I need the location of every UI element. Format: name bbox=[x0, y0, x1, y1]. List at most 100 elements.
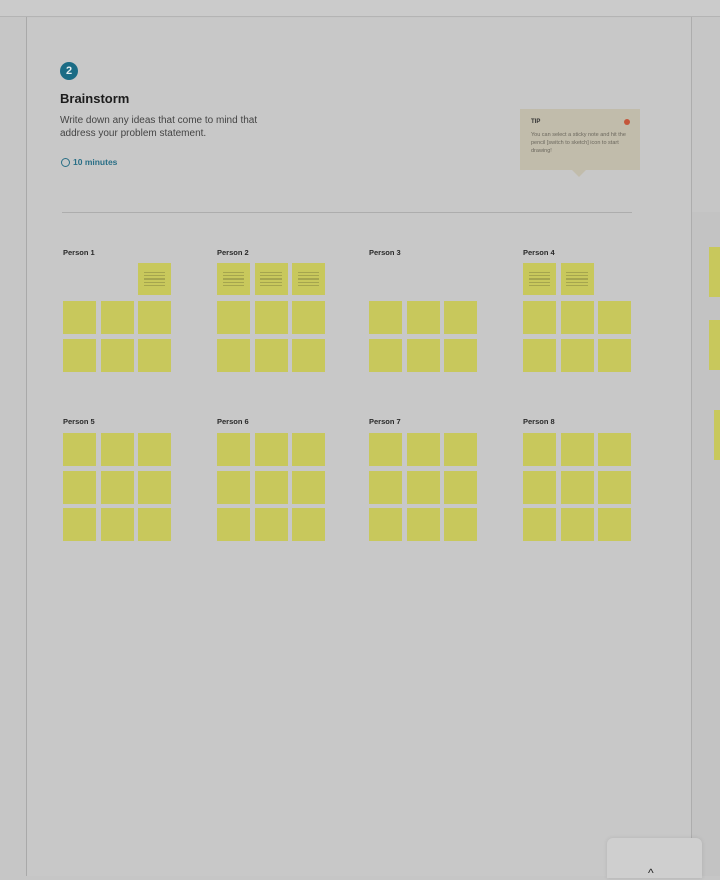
sticky-note[interactable] bbox=[254, 301, 288, 334]
sticky-note[interactable] bbox=[523, 301, 556, 334]
sticky-note[interactable] bbox=[598, 338, 631, 372]
person-label: Person 3 bbox=[369, 248, 401, 257]
sticky-note[interactable] bbox=[217, 433, 250, 466]
sticky-note[interactable] bbox=[292, 338, 325, 372]
tip-text: You can select a sticky note and hit the… bbox=[531, 132, 626, 154]
duration-text: 10 minutes bbox=[73, 157, 118, 167]
sticky-note[interactable] bbox=[369, 338, 402, 372]
chevron-up-icon[interactable]: ^ bbox=[648, 866, 654, 880]
sticky-note[interactable] bbox=[369, 433, 402, 466]
sticky-note[interactable] bbox=[560, 470, 594, 504]
sticky-note[interactable] bbox=[598, 301, 631, 334]
empty-slot bbox=[369, 263, 402, 295]
sticky-note[interactable] bbox=[406, 433, 440, 466]
sticky-note[interactable] bbox=[292, 433, 325, 466]
person-label: Person 6 bbox=[217, 417, 249, 426]
top-bar bbox=[0, 0, 720, 17]
sticky-note[interactable] bbox=[138, 433, 171, 466]
sticky-note[interactable] bbox=[63, 470, 96, 504]
sticky-note[interactable] bbox=[217, 263, 250, 295]
sticky-note[interactable] bbox=[292, 263, 325, 295]
sticky-note[interactable] bbox=[523, 508, 556, 541]
sticky-note[interactable] bbox=[138, 301, 171, 334]
divider bbox=[62, 212, 632, 213]
empty-slot bbox=[598, 263, 631, 295]
sticky-note[interactable] bbox=[560, 301, 594, 334]
sticky-note[interactable] bbox=[63, 301, 96, 334]
sticky-note[interactable] bbox=[444, 508, 477, 541]
empty-slot bbox=[444, 263, 477, 295]
sticky-note[interactable] bbox=[406, 508, 440, 541]
sticky-note[interactable] bbox=[598, 470, 631, 504]
person-section: Person 2 bbox=[217, 248, 325, 372]
sticky-note[interactable] bbox=[369, 301, 402, 334]
sticky-note[interactable] bbox=[560, 433, 594, 466]
person-section: Person 8 bbox=[523, 417, 631, 541]
sticky-note[interactable] bbox=[523, 338, 556, 372]
tip-label: TIP bbox=[531, 119, 541, 125]
sticky-note[interactable] bbox=[138, 338, 171, 372]
sticky-note[interactable] bbox=[138, 508, 171, 541]
step-number-badge: 2 bbox=[60, 62, 78, 80]
next-section-panel[interactable] bbox=[692, 212, 720, 876]
sticky-note[interactable] bbox=[254, 433, 288, 466]
sticky-note[interactable] bbox=[369, 470, 402, 504]
sticky-note[interactable] bbox=[217, 508, 250, 541]
sticky-note[interactable] bbox=[63, 508, 96, 541]
sticky-note[interactable] bbox=[254, 508, 288, 541]
sticky-note[interactable] bbox=[444, 433, 477, 466]
sticky-note[interactable] bbox=[406, 301, 440, 334]
person-section: Person 6 bbox=[217, 417, 325, 541]
sticky-note[interactable] bbox=[217, 301, 250, 334]
person-section: Person 4 bbox=[523, 248, 631, 372]
sticky-note[interactable] bbox=[292, 470, 325, 504]
sticky-note[interactable] bbox=[560, 338, 594, 372]
sticky-note[interactable] bbox=[560, 263, 594, 295]
bottom-panel[interactable] bbox=[607, 838, 702, 878]
tip-callout: TIP You can select a sticky note and hit… bbox=[520, 109, 640, 177]
sticky-note[interactable] bbox=[217, 470, 250, 504]
pin-icon bbox=[624, 119, 630, 125]
sticky-note[interactable] bbox=[100, 470, 134, 504]
sticky-note[interactable] bbox=[292, 508, 325, 541]
sticky-note[interactable] bbox=[63, 433, 96, 466]
sticky-note[interactable] bbox=[560, 508, 594, 541]
person-section: Person 7 bbox=[369, 417, 477, 541]
sticky-note[interactable] bbox=[714, 410, 720, 460]
section-title: Brainstorm bbox=[60, 91, 130, 106]
sticky-note[interactable] bbox=[292, 301, 325, 334]
person-label: Person 7 bbox=[369, 417, 401, 426]
sticky-note[interactable] bbox=[598, 508, 631, 541]
duration: 10 minutes bbox=[61, 157, 117, 167]
sticky-note[interactable] bbox=[100, 508, 134, 541]
sticky-note[interactable] bbox=[523, 433, 556, 466]
clock-icon bbox=[61, 157, 70, 167]
person-label: Person 4 bbox=[523, 248, 555, 257]
sticky-note[interactable] bbox=[444, 470, 477, 504]
sticky-note[interactable] bbox=[523, 470, 556, 504]
sticky-note[interactable] bbox=[523, 263, 556, 295]
sticky-note[interactable] bbox=[444, 338, 477, 372]
person-label: Person 1 bbox=[63, 248, 95, 257]
sticky-note[interactable] bbox=[254, 470, 288, 504]
sticky-note[interactable] bbox=[138, 470, 171, 504]
sticky-note[interactable] bbox=[709, 320, 720, 370]
sticky-note[interactable] bbox=[254, 338, 288, 372]
sticky-note[interactable] bbox=[709, 247, 720, 297]
sticky-note[interactable] bbox=[100, 301, 134, 334]
sticky-note[interactable] bbox=[254, 263, 288, 295]
sticky-note[interactable] bbox=[217, 338, 250, 372]
empty-slot bbox=[101, 263, 134, 295]
sticky-note[interactable] bbox=[138, 263, 171, 295]
sticky-note[interactable] bbox=[444, 301, 477, 334]
sticky-note[interactable] bbox=[598, 433, 631, 466]
sticky-note[interactable] bbox=[63, 338, 96, 372]
sticky-note[interactable] bbox=[100, 433, 134, 466]
person-section: Person 1 bbox=[63, 248, 171, 372]
person-label: Person 2 bbox=[217, 248, 249, 257]
sticky-note[interactable] bbox=[100, 338, 134, 372]
sticky-note[interactable] bbox=[406, 470, 440, 504]
sticky-note[interactable] bbox=[406, 338, 440, 372]
empty-slot bbox=[407, 263, 440, 295]
sticky-note[interactable] bbox=[369, 508, 402, 541]
